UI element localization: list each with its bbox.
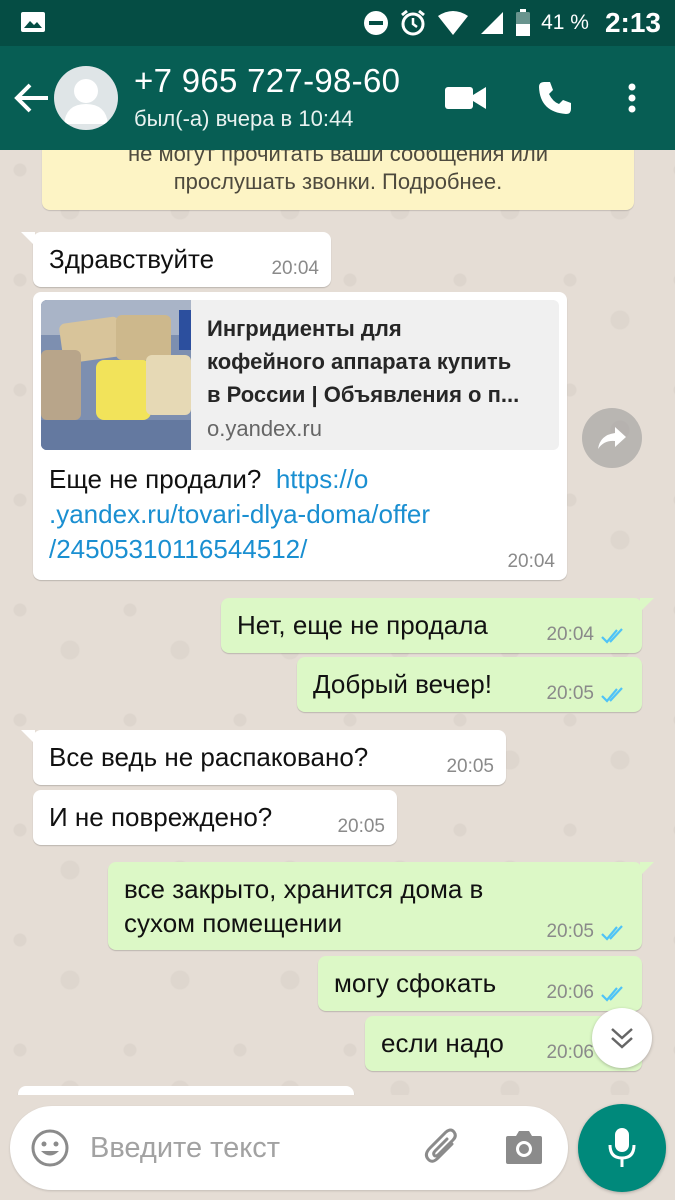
forward-button[interactable] [582, 408, 642, 468]
encryption-notice[interactable]: не могут прочитать ваши сообщения или пр… [42, 150, 634, 210]
message-body: Еще не продали? https://o .yandex.ru/tov… [49, 462, 549, 567]
gallery-notification-icon [21, 12, 45, 32]
message-input[interactable] [90, 1124, 400, 1172]
share-arrow-icon [598, 427, 626, 449]
message-text: Добрый вечер! [313, 669, 492, 699]
camera-icon[interactable] [504, 1128, 544, 1166]
contact-name[interactable]: +7 965 727-98-60 [134, 62, 400, 100]
signal-icon [481, 12, 504, 34]
message-text: Нет, еще не продала [237, 610, 488, 640]
last-seen-status: был(-а) вчера в 10:44 [134, 106, 354, 131]
notice-line: не могут прочитать ваши сообщения или [128, 150, 548, 166]
smiley-icon[interactable] [30, 1128, 70, 1168]
message-text: Все ведь не распаковано? [49, 742, 369, 772]
message-text: могу сфокать [334, 968, 497, 998]
message-text: если надо [381, 1028, 504, 1058]
message-time: 20:06 [546, 1042, 594, 1063]
voice-record-button[interactable] [578, 1104, 666, 1192]
link-preview-thumbnail [41, 300, 191, 450]
paperclip-icon[interactable] [422, 1126, 462, 1170]
battery-icon [516, 9, 531, 36]
outgoing-message[interactable]: могу сфокать 20:06 [318, 956, 642, 1011]
message-time: 20:04 [546, 624, 594, 645]
outgoing-message[interactable]: Добрый вечер! 20:05 [297, 657, 642, 712]
wifi-icon [438, 11, 469, 35]
message-text: Еще не продали? [49, 464, 262, 494]
message-time: 20:05 [546, 683, 594, 704]
status-bar: 41 % 2:13 [0, 0, 675, 46]
double-chevron-down-icon [611, 1028, 633, 1049]
message-link[interactable]: .yandex.ru/tovari-dlya-doma/offer [49, 497, 549, 532]
microphone-icon [608, 1128, 636, 1167]
avatar[interactable] [54, 66, 118, 130]
link-preview[interactable]: Ингридиенты для кофейного аппарата купит… [41, 300, 559, 450]
incoming-message[interactable]: И не повреждено? 20:05 [33, 790, 397, 845]
read-ticks-icon [601, 687, 623, 703]
do-not-disturb-icon [364, 11, 389, 35]
message-list[interactable]: не могут прочитать ваши сообщения или пр… [0, 150, 675, 1095]
incoming-link-message[interactable]: Ингридиенты для кофейного аппарата купит… [33, 292, 567, 580]
outgoing-message[interactable]: Нет, еще не продала 20:04 [221, 598, 654, 653]
arrow-left-icon[interactable] [12, 82, 50, 114]
message-time: 20:05 [337, 816, 385, 837]
read-ticks-icon [601, 628, 623, 644]
notice-line: прослушать звонки. Подробнее. [173, 169, 503, 194]
message-time: 20:04 [507, 551, 555, 572]
alarm-icon [401, 9, 426, 36]
message-time: 20:06 [546, 982, 594, 1003]
incoming-message[interactable]: Все ведь не распаковано? 20:05 [21, 730, 506, 785]
message-time: 20:05 [546, 921, 594, 942]
read-ticks-icon [601, 925, 623, 941]
message-time: 20:05 [446, 756, 494, 777]
message-composer [10, 1106, 568, 1190]
chat-header: +7 965 727-98-60 был(-а) вчера в 10:44 [0, 46, 675, 150]
message-text: Здравствуйте [49, 244, 215, 274]
message-time: 20:04 [271, 258, 319, 279]
incoming-message[interactable]: Здравствуйте 20:04 [21, 232, 331, 287]
phone-icon[interactable] [535, 78, 575, 118]
clock: 2:13 [604, 7, 661, 38]
scroll-to-bottom-button[interactable] [592, 1008, 652, 1068]
more-vertical-icon[interactable] [620, 78, 644, 118]
battery-percent: 41 % [541, 11, 589, 34]
message-link[interactable]: /24505310116544512/ [49, 532, 549, 567]
default-avatar-icon [64, 79, 108, 124]
message-text: И не повреждено? [49, 802, 273, 832]
link-preview-title: Ингридиенты для кофейного аппарата купит… [207, 316, 520, 407]
outgoing-message[interactable]: все закрыто, хранится дома в сухом помещ… [108, 862, 654, 950]
incoming-message-partial[interactable] [18, 1086, 354, 1095]
video-camera-icon[interactable] [444, 78, 488, 118]
read-ticks-icon [601, 986, 623, 1002]
message-text: все закрыто, хранится дома в сухом помещ… [124, 874, 484, 938]
link-preview-domain: o.yandex.ru [207, 416, 322, 441]
message-link[interactable]: https://o [276, 464, 369, 494]
